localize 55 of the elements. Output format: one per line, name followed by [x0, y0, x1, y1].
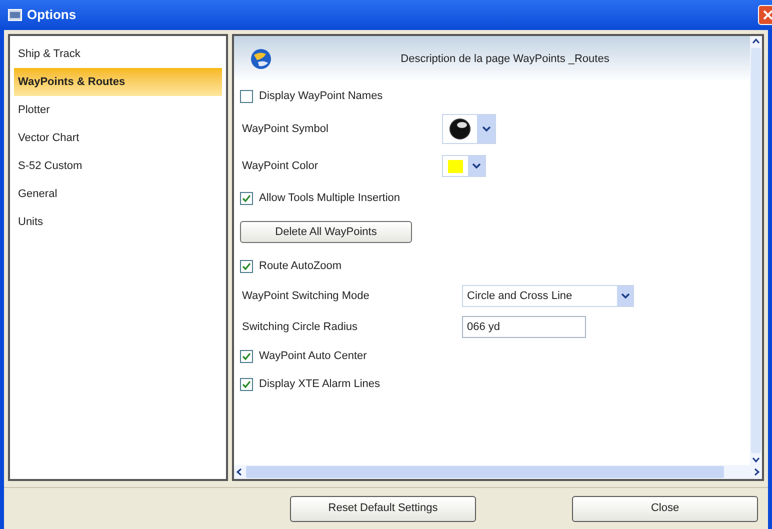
horizontal-scrollbar[interactable] — [234, 465, 762, 479]
checkmark-icon — [242, 380, 251, 388]
sidebar-item[interactable]: Plotter — [14, 96, 222, 124]
page-description: Description de la page WayPoints _Routes — [400, 52, 610, 67]
checkbox[interactable] — [240, 192, 253, 204]
field-label: WayPoint Switching Mode — [241, 288, 370, 304]
vertical-scrollbar[interactable] — [750, 36, 762, 465]
checkbox-label: WayPoint Auto Center — [259, 348, 367, 364]
checkbox-label: Allow Tools Multiple Insertion — [259, 190, 400, 206]
checkbox[interactable] — [240, 260, 253, 272]
checkbox-label: Display WayPoint Names — [259, 88, 383, 104]
sidebar-item[interactable]: Vector Chart — [14, 124, 222, 152]
checkbox-label: Display XTE Alarm Lines — [259, 376, 380, 392]
symbol-dropdown[interactable] — [442, 114, 496, 144]
waypoint-symbol-icon — [448, 117, 472, 141]
caret-icon — [620, 293, 630, 299]
checkbox[interactable] — [240, 90, 253, 102]
sidebar-item[interactable]: Units — [14, 208, 222, 236]
close-window-button[interactable] — [758, 5, 772, 25]
window-icon — [8, 9, 22, 21]
caret-icon — [472, 163, 481, 169]
checkmark-icon — [242, 352, 251, 360]
checkmark-icon — [242, 262, 251, 270]
radius-input[interactable]: 066 yd — [462, 316, 586, 338]
checkbox-row[interactable]: Display XTE Alarm Lines — [240, 370, 744, 398]
dialog-button[interactable]: Close — [572, 496, 758, 522]
sidebar-item[interactable]: Ship & Track — [14, 40, 222, 68]
checkbox[interactable] — [240, 378, 253, 390]
checkbox-row[interactable]: WayPoint Auto Center — [240, 342, 744, 370]
scroll-up-icon — [752, 38, 760, 44]
color-dropdown[interactable] — [442, 155, 486, 177]
scroll-right-icon — [754, 468, 760, 476]
close-icon — [763, 10, 772, 20]
checkbox-row[interactable]: Display WayPoint Names — [240, 82, 744, 110]
checkbox[interactable] — [240, 350, 253, 362]
scroll-thumb[interactable] — [751, 48, 761, 453]
sidebar-item[interactable]: General — [14, 180, 222, 208]
caret-icon — [482, 126, 490, 132]
field-label: WayPoint Symbol — [241, 122, 330, 137]
checkbox-row[interactable]: Allow Tools Multiple Insertion — [240, 184, 744, 212]
field-label: Switching Circle Radius — [241, 320, 359, 335]
window-title: Options — [27, 6, 76, 24]
checkbox-label: Route AutoZoom — [259, 258, 342, 274]
scroll-down-icon — [752, 457, 760, 463]
checkmark-icon — [242, 194, 251, 202]
checkbox-row[interactable]: Route AutoZoom — [240, 252, 744, 280]
scroll-left-icon — [236, 468, 242, 476]
mode-dropdown[interactable]: Circle and Cross Line — [462, 285, 634, 307]
sidebar-item[interactable]: S-52 Custom — [14, 152, 222, 180]
delete-waypoints-button[interactable]: Delete All WayPoints — [240, 221, 412, 243]
scroll-thumb[interactable] — [246, 466, 724, 478]
globe-icon — [248, 47, 274, 71]
field-label: WayPoint Color — [241, 158, 320, 174]
dialog-button[interactable]: Reset Default Settings — [290, 496, 476, 522]
sidebar-item[interactable]: WayPoints & Routes — [14, 68, 222, 96]
